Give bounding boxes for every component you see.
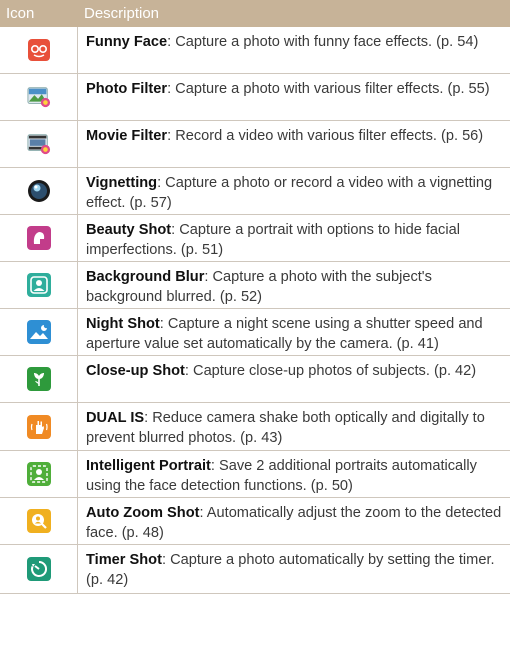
row-icon-cell [0, 74, 77, 120]
mode-name: Vignetting [86, 175, 158, 191]
row-icon-cell [0, 498, 77, 544]
close-up-shot-icon [26, 367, 51, 391]
mode-name: Timer Shot [86, 552, 162, 568]
mode-name: Photo Filter [86, 81, 168, 97]
night-shot-icon [26, 320, 51, 344]
mode-description: : Reduce camera shake both optically and… [86, 410, 485, 446]
photo-filter-icon [26, 85, 51, 109]
funny-face-icon [27, 38, 51, 62]
row-description: Background Blur: Capture a photo with th… [77, 262, 510, 308]
mode-name: Movie Filter [86, 128, 168, 144]
row-description: Night Shot: Capture a night scene using … [77, 309, 510, 355]
row-icon-cell [0, 403, 77, 450]
mode-name: Intelligent Portrait [86, 458, 211, 474]
mode-name: DUAL IS [86, 410, 145, 426]
row-description: Timer Shot: Capture a photo automaticall… [77, 545, 510, 593]
row-icon-cell [0, 545, 77, 593]
intelligent-portrait-icon [26, 462, 51, 486]
mode-name: Auto Zoom Shot [86, 505, 200, 521]
row-icon-cell [0, 356, 77, 402]
row-icon-cell [0, 168, 77, 214]
row-icon-cell [0, 215, 77, 261]
mode-description: : Record a video with various filter eff… [167, 128, 484, 144]
mode-name: Background Blur [86, 269, 205, 285]
row-icon-cell [0, 121, 77, 167]
row-description: Photo Filter: Capture a photo with vario… [77, 74, 510, 120]
row-description: Funny Face: Capture a photo with funny f… [77, 27, 510, 73]
mode-description: : Capture a photo with funny face effect… [167, 34, 479, 50]
row-description: Auto Zoom Shot: Automatically adjust the… [77, 498, 510, 544]
mode-description: : Capture close-up photos of subjects. (… [184, 363, 477, 379]
column-divider [77, 27, 78, 594]
row-icon-cell [0, 451, 77, 497]
header-description-column: Description [84, 5, 160, 22]
mode-name: Funny Face [86, 34, 168, 50]
dual-is-icon [26, 414, 51, 439]
beauty-shot-icon [26, 226, 51, 250]
background-blur-icon [26, 273, 51, 297]
row-description: Vignetting: Capture a photo or record a … [77, 168, 510, 214]
row-description: Intelligent Portrait: Save 2 additional … [77, 451, 510, 497]
row-icon-cell [0, 262, 77, 308]
mode-name: Beauty Shot [86, 222, 172, 238]
row-icon-cell [0, 27, 77, 73]
auto-zoom-shot-icon [26, 509, 51, 533]
row-icon-cell [0, 309, 77, 355]
mode-name: Night Shot [86, 316, 160, 332]
header-icon-column: Icon [6, 5, 35, 22]
row-description: Close-up Shot: Capture close-up photos o… [77, 356, 510, 402]
row-description: Movie Filter: Record a video with variou… [77, 121, 510, 167]
mode-description: : Capture a photo with various filter ef… [167, 81, 490, 97]
row-description: Beauty Shot: Capture a portrait with opt… [77, 215, 510, 261]
vignetting-icon [27, 179, 51, 203]
mode-table: Icon Description Funny Face: Capture a p… [0, 0, 510, 594]
row-description: DUAL IS: Reduce camera shake both optica… [77, 403, 510, 450]
movie-filter-icon [26, 132, 51, 156]
timer-shot-icon [26, 557, 51, 581]
mode-name: Close-up Shot [86, 363, 185, 379]
table-header: Icon Description [0, 0, 510, 27]
